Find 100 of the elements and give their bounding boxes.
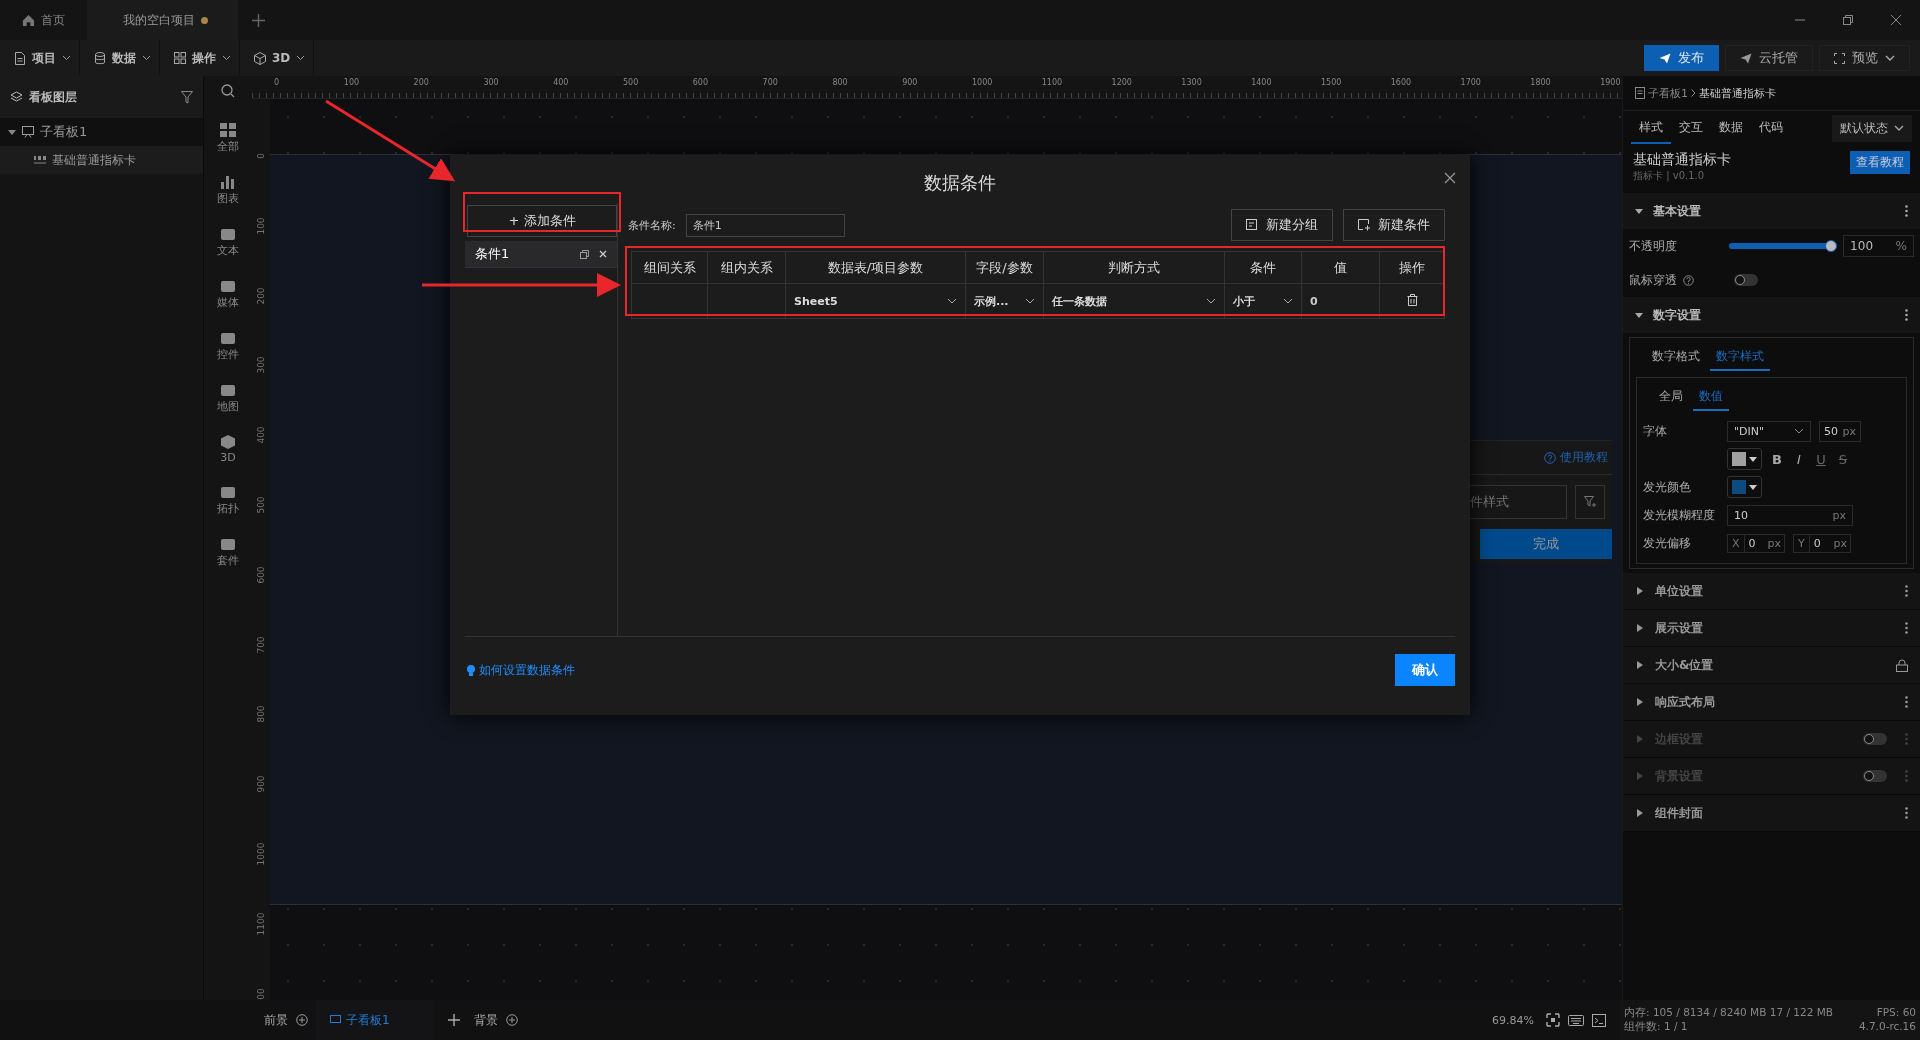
state-select[interactable]: 默认状态 bbox=[1832, 114, 1912, 142]
action-button[interactable]: 发布 bbox=[1644, 45, 1719, 71]
caret-icon bbox=[1637, 624, 1643, 632]
component-category-button[interactable]: 套件 bbox=[217, 536, 239, 568]
glow-blur-field[interactable]: 10 px bbox=[1727, 504, 1853, 526]
more-icon[interactable] bbox=[1905, 309, 1908, 321]
table-cell[interactable]: Sheet5 bbox=[785, 283, 966, 319]
text-style-button[interactable]: B bbox=[1770, 451, 1784, 467]
text-style-button[interactable]: I bbox=[1792, 451, 1806, 467]
help-icon bbox=[1544, 451, 1556, 464]
table-cell[interactable]: 任一条数据 bbox=[1043, 283, 1225, 319]
layer-toggle[interactable]: 背景 bbox=[474, 1011, 498, 1029]
settings-tab[interactable]: 数值 bbox=[1693, 384, 1729, 411]
font-size-field[interactable]: 50 px bbox=[1819, 420, 1861, 442]
add-circle-icon[interactable] bbox=[506, 1014, 518, 1026]
close-icon[interactable] bbox=[1890, 14, 1902, 26]
section-header[interactable]: 大小&位置 bbox=[1623, 647, 1920, 684]
component-category-button[interactable]: 地图 bbox=[217, 382, 239, 414]
tile-icon bbox=[219, 278, 237, 294]
send-icon bbox=[1740, 52, 1752, 64]
inspector-tab[interactable]: 数据 bbox=[1711, 112, 1751, 144]
layer-toggle[interactable]: 前景 bbox=[264, 1011, 288, 1029]
keyboard-icon[interactable] bbox=[1568, 1014, 1584, 1026]
text-color-picker[interactable] bbox=[1727, 448, 1762, 470]
slider-thumb[interactable] bbox=[1825, 240, 1838, 252]
section-header[interactable]: 数字设置 bbox=[1623, 297, 1920, 333]
chevron-right-icon bbox=[1691, 89, 1696, 97]
layer-item[interactable]: 基础普通指标卡 bbox=[0, 146, 203, 174]
offset-field[interactable]: Y 0 px bbox=[1793, 533, 1851, 553]
component-category-button[interactable]: 拓扑 bbox=[217, 484, 239, 516]
settings-tab[interactable]: 全局 bbox=[1653, 384, 1689, 411]
field-label: 发光偏移 bbox=[1643, 534, 1692, 552]
component-category-button[interactable]: 全部 bbox=[217, 122, 239, 154]
column-header: 数据表/项目参数 bbox=[785, 251, 966, 284]
filter-icon[interactable] bbox=[181, 90, 193, 104]
restore-icon[interactable] bbox=[1842, 14, 1854, 26]
condition-name-field[interactable]: 条件1 bbox=[685, 213, 845, 237]
chevron-down-icon bbox=[222, 55, 231, 61]
more-icon[interactable] bbox=[1905, 622, 1908, 634]
copy-icon[interactable] bbox=[580, 249, 589, 259]
opacity-slider[interactable] bbox=[1729, 240, 1838, 252]
opacity-field[interactable]: 100 % bbox=[1843, 235, 1914, 257]
fit-screen-icon[interactable] bbox=[1546, 1013, 1560, 1027]
section-header[interactable]: 展示设置 bbox=[1623, 610, 1920, 647]
section-header[interactable]: 单位设置 bbox=[1623, 573, 1920, 610]
inspector-tab[interactable]: 代码 bbox=[1751, 112, 1791, 144]
component-category-button[interactable]: 媒体 bbox=[217, 278, 239, 310]
font-select[interactable]: "DIN" bbox=[1727, 420, 1811, 442]
caret-icon bbox=[8, 128, 16, 136]
action-button[interactable]: 云托管 bbox=[1725, 45, 1813, 71]
search-icon[interactable] bbox=[221, 84, 235, 98]
layer-item[interactable]: 子看板1 bbox=[0, 118, 203, 146]
plus-icon[interactable] bbox=[448, 1014, 460, 1026]
terminal-icon[interactable] bbox=[1592, 1013, 1606, 1027]
inspector-tab[interactable]: 样式 bbox=[1631, 112, 1671, 144]
trash-icon[interactable] bbox=[1406, 293, 1418, 306]
breadcrumb-item[interactable]: 子看板1 bbox=[1648, 85, 1688, 101]
table-cell[interactable]: 示例... bbox=[965, 283, 1044, 319]
section-header[interactable]: 基本设置 bbox=[1623, 193, 1920, 229]
confirm-button[interactable]: 确认 bbox=[1395, 654, 1455, 686]
settings-tab[interactable]: 数字样式 bbox=[1710, 344, 1770, 371]
dialog-button[interactable]: 新建分组 bbox=[1231, 209, 1333, 241]
settings-tab[interactable]: 数字格式 bbox=[1646, 344, 1706, 371]
zoom-level[interactable]: 69.84% bbox=[1492, 1013, 1534, 1027]
action-button[interactable]: 预览 bbox=[1819, 45, 1910, 71]
breadcrumb-item: 基础普通指标卡 bbox=[1699, 85, 1776, 101]
component-category-button[interactable]: 控件 bbox=[217, 330, 239, 362]
more-icon[interactable] bbox=[1905, 696, 1908, 708]
column-header: 值 bbox=[1301, 251, 1380, 284]
table-cell[interactable]: 0 bbox=[1301, 283, 1380, 319]
board-tab[interactable]: 子看板1 bbox=[316, 1000, 434, 1040]
section-header[interactable]: 组件封面 bbox=[1623, 795, 1920, 832]
caret-icon bbox=[1637, 587, 1643, 595]
more-icon[interactable] bbox=[1905, 205, 1908, 217]
group-icon bbox=[1246, 219, 1258, 231]
offset-field[interactable]: X 0 px bbox=[1727, 533, 1785, 553]
layers-icon bbox=[10, 91, 23, 103]
vertical-ruler: 0 100 200 300 400 500 600 700 800 900 1000 1100 00 bbox=[252, 99, 270, 1000]
dialog-button[interactable]: 新建条件 bbox=[1343, 209, 1445, 241]
help-link[interactable]: 如何设置数据条件 bbox=[465, 661, 575, 679]
window-tab[interactable]: 我的空白项目 bbox=[87, 0, 238, 40]
more-icon[interactable] bbox=[1905, 585, 1908, 597]
inspector-tab[interactable]: 交互 bbox=[1671, 112, 1711, 144]
component-category-button[interactable]: 图表 bbox=[217, 174, 239, 206]
field-label: 鼠标穿透 bbox=[1629, 271, 1677, 289]
toggle-switch[interactable] bbox=[1734, 274, 1758, 286]
close-icon[interactable] bbox=[599, 250, 607, 258]
close-icon[interactable] bbox=[1444, 172, 1456, 184]
section-header[interactable]: 响应式布局 bbox=[1623, 684, 1920, 721]
add-condition-button[interactable]: + 添加条件 bbox=[467, 205, 617, 237]
condition-item[interactable]: 条件1 bbox=[465, 241, 617, 268]
add-circle-icon[interactable] bbox=[296, 1014, 308, 1026]
filter-add-button[interactable] bbox=[1575, 485, 1605, 519]
component-category-button[interactable]: 3D bbox=[219, 434, 237, 464]
component-category-button[interactable]: 文本 bbox=[217, 226, 239, 258]
more-icon[interactable] bbox=[1905, 807, 1908, 819]
table-cell[interactable]: 小于 bbox=[1224, 283, 1302, 319]
tutorial-button[interactable]: 查看教程 bbox=[1850, 151, 1910, 174]
board-icon bbox=[22, 126, 34, 138]
glow-color-picker[interactable] bbox=[1727, 476, 1762, 498]
